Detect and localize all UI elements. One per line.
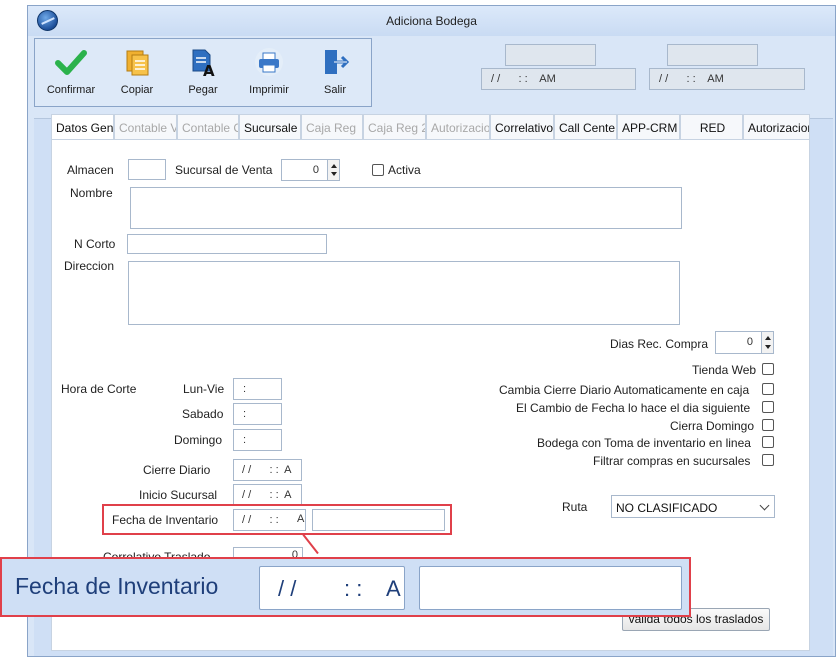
tienda-web-checkbox[interactable] [762,363,774,375]
window-title: Adiciona Bodega [386,14,477,28]
zoom-fecha-label: Fecha de Inventario [15,573,219,599]
filtrar-compras-label: Filtrar compras en sucursales [593,454,751,468]
domingo-time-value: : [243,434,247,446]
pegar-label: Pegar [188,84,218,96]
tab-caja-reg[interactable]: Caja Reg [301,114,363,140]
direccion-label: Direccion [64,259,115,273]
user-field-left [505,44,596,66]
sucursal-venta-label: Sucursal de Venta [175,163,273,177]
lunvie-time-value: : [243,383,247,395]
tab-contable-v[interactable]: Contable V [114,114,177,140]
spin-arrows-icon[interactable] [327,160,339,180]
toma-inventario-label: Bodega con Toma de inventario en linea [537,436,751,450]
dias-rec-compra-label: Dias Rec. Compra [610,337,709,351]
salir-label: Salir [323,84,346,96]
cierre-diario-value: / / : : A [242,464,292,476]
inicio-sucursal-value: / / : : A [242,489,292,501]
domingo-label: Domingo [174,433,223,447]
almacen-label: Almacen [67,163,114,177]
nombre-label: Nombre [70,186,113,200]
confirmar-label: Confirmar [46,84,96,96]
ruta-selected-value: NO CLASIFICADO [616,501,718,515]
title-bar: Adiciona Bodega [28,6,835,36]
cambio-fecha-checkbox[interactable] [762,401,774,413]
tab-call-center[interactable]: Call Cente [554,114,617,140]
imprimir-button[interactable]: Imprimir [236,43,302,103]
checkmark-icon [55,50,87,75]
inicio-sucursal-label: Inicio Sucursal [139,488,218,502]
activa-label: Activa [388,163,421,177]
sabado-label: Sabado [182,407,224,421]
confirmar-button[interactable]: Confirmar [38,43,104,103]
tab-correlativo[interactable]: Correlativo [490,114,554,140]
pegar-button[interactable]: A Pegar [170,43,236,103]
tab-sucursales[interactable]: Sucursale [239,114,301,140]
activa-checkbox[interactable] [372,164,384,176]
imprimir-label: Imprimir [249,84,289,96]
copiar-button[interactable]: Copiar [104,43,170,103]
cierre-diario-label: Cierre Diario [143,463,211,477]
salir-button[interactable]: Salir [302,43,368,103]
lunvie-label: Lun-Vie [183,382,225,396]
dias-rec-compra-value: 0 [746,336,753,348]
svg-text:A: A [203,62,215,77]
direccion-textarea[interactable] [128,261,680,325]
filtrar-compras-checkbox[interactable] [762,454,774,466]
toolbar: Confirmar Copiar A Pegar Imprimir Salir [34,38,372,107]
ncorto-input[interactable] [127,234,327,254]
inicio-sucursal-input[interactable]: / / : : A [233,484,302,506]
sucursal-venta-stepper[interactable]: 0 [281,159,340,181]
tab-app-crm[interactable]: APP-CRM [617,114,680,140]
zoom-date-text: / / [278,576,297,601]
exit-door-icon [325,50,350,74]
ruta-label: Ruta [562,500,588,514]
nombre-input[interactable] [130,187,682,229]
zoom-ampm-text: A [386,576,401,601]
cierra-domingo-checkbox[interactable] [762,419,774,431]
highlight-box [102,504,452,535]
domingo-time-input[interactable]: : [233,429,282,451]
chevron-down-icon[interactable] [756,496,774,517]
ruta-select[interactable]: NO CLASIFICADO [611,495,775,518]
cambio-fecha-label: El Cambio de Fecha lo hace el dia siguie… [516,401,751,415]
zoom-callout: Fecha de Inventario / / : : A [0,557,691,617]
copy-icon [126,50,149,76]
zoom-extra-input [419,566,682,610]
tab-caja-reg-2[interactable]: Caja Reg 2 [363,114,426,140]
ncorto-label: N Corto [74,237,116,251]
almacen-input[interactable] [128,159,166,180]
tab-contable-c[interactable]: Contable C [177,114,239,140]
cambia-cierre-checkbox[interactable] [762,383,774,395]
zoom-date-input: / / : : A [259,566,405,610]
tab-autorizacion-disabled[interactable]: Autorizacio [426,114,490,140]
lunvie-time-input[interactable]: : [233,378,282,400]
tab-red[interactable]: RED [680,114,743,140]
copiar-label: Copiar [120,84,154,96]
sabado-time-value: : [243,408,247,420]
hora-corte-label: Hora de Corte [61,382,137,396]
timestamp-left: / / : : AM [481,68,636,90]
cierre-diario-input[interactable]: / / : : A [233,459,302,481]
printer-icon [255,48,283,76]
tab-datos-generales[interactable]: Datos Gen [51,114,114,140]
spin-arrows-icon[interactable] [761,332,773,353]
cambia-cierre-label: Cambia Cierre Diario Automaticamente en … [499,383,750,397]
dias-rec-compra-stepper[interactable]: 0 [715,331,774,354]
toma-inventario-checkbox[interactable] [762,436,774,448]
tab-autorizacion[interactable]: Autorizacion [743,114,810,140]
sucursal-venta-value: 0 [312,164,319,176]
cierra-domingo-label: Cierra Domingo [670,419,755,433]
zoom-time-text: : : [344,576,363,601]
timestamp-right-text: / / : : AM [659,73,724,85]
sabado-time-input[interactable]: : [233,403,282,425]
timestamp-left-text: / / : : AM [491,73,556,85]
timestamp-right: / / : : AM [649,68,805,90]
tienda-web-label: Tienda Web [692,363,757,377]
paste-text-icon: A [192,49,215,77]
user-field-right [667,44,758,66]
